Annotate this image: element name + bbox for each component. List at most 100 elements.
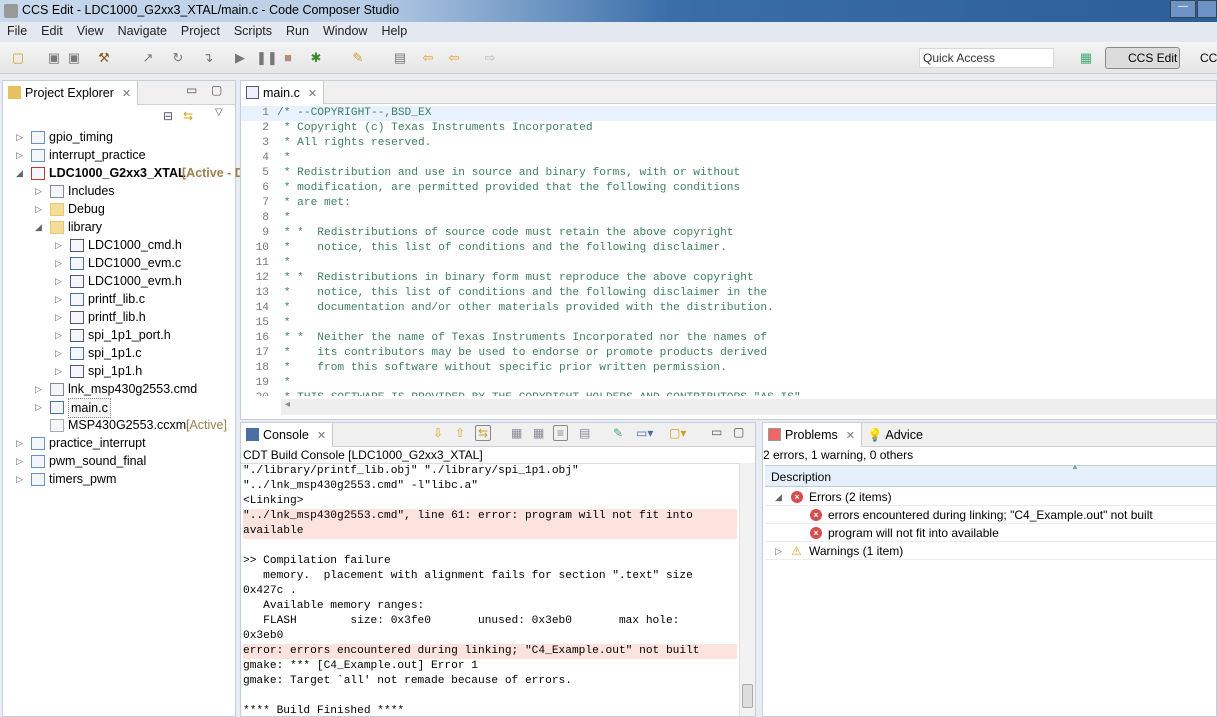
- tab-console[interactable]: Console ✕: [241, 423, 334, 447]
- tree-item[interactable]: ▷ gpio_timing: [3, 128, 235, 146]
- close-icon[interactable]: ✕: [846, 430, 855, 442]
- tab-problems[interactable]: Problems ✕: [763, 423, 863, 447]
- open-console-icon[interactable]: ▢▾: [669, 426, 686, 440]
- new-console-icon[interactable]: ✎: [613, 426, 623, 440]
- save-all-icon[interactable]: ▣: [66, 50, 82, 66]
- last-edit-icon[interactable]: ⇦: [420, 50, 436, 66]
- problem-item[interactable]: × program will not fit into available: [765, 524, 1216, 542]
- tree-item[interactable]: ▷ Includes: [3, 182, 235, 200]
- quick-access-input[interactable]: Quick Access: [919, 48, 1054, 68]
- collapsed-arrow-icon[interactable]: ▷: [55, 326, 65, 344]
- pin-console-icon[interactable]: ▦: [511, 426, 522, 440]
- collapsed-arrow-icon[interactable]: ▷: [35, 200, 45, 218]
- problem-group[interactable]: ◢ × Errors (2 items): [765, 488, 1216, 506]
- collapsed-arrow-icon[interactable]: ▷: [16, 470, 26, 488]
- new-icon[interactable]: ▢: [10, 50, 26, 66]
- expanded-arrow-icon[interactable]: ◢: [775, 488, 782, 506]
- collapsed-arrow-icon[interactable]: ▷: [775, 542, 782, 560]
- collapse-all-icon[interactable]: ⊟: [163, 109, 173, 123]
- perspective-ccs-edit[interactable]: CCS Edit: [1105, 47, 1180, 69]
- step-icon[interactable]: ↗: [140, 50, 156, 66]
- scroll-up-icon[interactable]: ⇧: [455, 426, 465, 440]
- refresh-icon[interactable]: ↻: [170, 50, 186, 66]
- open-perspective-icon[interactable]: ▦: [1078, 50, 1094, 66]
- tree-item[interactable]: ▷ Debug: [3, 200, 235, 218]
- tree-item[interactable]: ▷ spi_1p1.h: [3, 362, 235, 380]
- tree-item[interactable]: ▷ timers_pwm: [3, 470, 235, 488]
- menu-project[interactable]: Project: [174, 22, 227, 42]
- tree-item[interactable]: ▷ main.c: [3, 398, 235, 418]
- tab-advice[interactable]: 💡 Advice: [867, 428, 923, 443]
- save-icon[interactable]: ▣: [46, 50, 62, 66]
- horizontal-scrollbar[interactable]: ◂: [281, 399, 1216, 415]
- problem-item[interactable]: × errors encountered during linking; "C4_…: [765, 506, 1216, 524]
- scroll-down-icon[interactable]: ⇩: [433, 426, 443, 440]
- clear-console-icon[interactable]: ▤: [579, 426, 590, 440]
- resume-icon[interactable]: ▶: [232, 50, 248, 66]
- back-icon[interactable]: ⇦: [446, 50, 462, 66]
- tree-item[interactable]: ▷ interrupt_practice: [3, 146, 235, 164]
- word-wrap-icon[interactable]: ≡: [553, 425, 569, 441]
- scrollbar-thumb[interactable]: [742, 684, 753, 708]
- tree-item[interactable]: MSP430G2553.ccxml [Active]: [3, 416, 235, 434]
- column-header-description[interactable]: Description ▲: [765, 462, 1216, 487]
- collapsed-arrow-icon[interactable]: ▷: [55, 308, 65, 326]
- maximize-icon[interactable]: ▢: [211, 83, 222, 97]
- menu-file[interactable]: File: [0, 22, 34, 42]
- lock-console-icon[interactable]: ▦: [533, 426, 544, 440]
- menu-window[interactable]: Window: [316, 22, 374, 42]
- suspend-icon[interactable]: ❚❚: [256, 50, 278, 66]
- expanded-arrow-icon[interactable]: ◢: [16, 164, 26, 182]
- minimize-icon[interactable]: ▭: [186, 83, 197, 97]
- menu-navigate[interactable]: Navigate: [111, 22, 174, 42]
- tree-item[interactable]: ◢ library: [3, 218, 235, 236]
- tree-item[interactable]: ▷ LDC1000_cmd.h: [3, 236, 235, 254]
- maximize-icon[interactable]: ▢: [733, 425, 744, 439]
- tree-item[interactable]: ▷ lnk_msp430g2553.cmd: [3, 380, 235, 398]
- tree-item[interactable]: ▷ LDC1000_evm.c: [3, 254, 235, 272]
- close-icon[interactable]: ✕: [317, 430, 326, 442]
- problem-group[interactable]: ▷ ⚠ Warnings (1 item): [765, 542, 1216, 560]
- menu-help[interactable]: Help: [374, 22, 414, 42]
- minimize-icon[interactable]: ▭: [711, 425, 722, 439]
- console-view-icon[interactable]: ▤: [392, 50, 408, 66]
- perspective-ccs-debug[interactable]: CC: [1200, 51, 1217, 65]
- code-area[interactable]: 1 /* --COPYRIGHT--,BSD_EX 2 * Copyright (c…: [241, 106, 1216, 396]
- scroll-lock-icon[interactable]: ⇆: [475, 425, 492, 441]
- collapsed-arrow-icon[interactable]: ▷: [55, 362, 65, 380]
- menu-edit[interactable]: Edit: [34, 22, 70, 42]
- collapsed-arrow-icon[interactable]: ▷: [55, 344, 65, 362]
- collapsed-arrow-icon[interactable]: ▷: [35, 398, 45, 416]
- collapsed-arrow-icon[interactable]: ▷: [55, 254, 65, 272]
- menu-view[interactable]: View: [70, 22, 111, 42]
- close-icon[interactable]: ✕: [308, 88, 317, 100]
- step-over-icon[interactable]: ↴: [200, 50, 216, 66]
- view-menu-icon[interactable]: ▽: [215, 107, 223, 118]
- close-icon[interactable]: ✕: [122, 88, 131, 100]
- tab-project-explorer[interactable]: Project Explorer ✕: [3, 81, 139, 105]
- tree-item[interactable]: ▷ LDC1000_evm.h: [3, 272, 235, 290]
- console-output[interactable]: "./library/printf_lib.obj" "./library/sp…: [241, 463, 755, 716]
- collapsed-arrow-icon[interactable]: ▷: [35, 380, 45, 398]
- tree-item[interactable]: ◢ LDC1000_G2xx3_XTAL [Active - Debug]: [3, 164, 278, 182]
- tree-item[interactable]: ▷ printf_lib.c: [3, 290, 235, 308]
- collapsed-arrow-icon[interactable]: ▷: [16, 146, 26, 164]
- tree-item[interactable]: ▷ pwm_sound_final: [3, 452, 235, 470]
- collapsed-arrow-icon[interactable]: ▷: [16, 128, 26, 146]
- tree-item[interactable]: ▷ spi_1p1_port.h: [3, 326, 235, 344]
- collapsed-arrow-icon[interactable]: ▷: [55, 236, 65, 254]
- vertical-scrollbar[interactable]: [739, 463, 755, 716]
- tab-main-c[interactable]: main.c ✕: [241, 81, 325, 104]
- tree-item[interactable]: ▷ spi_1p1.c: [3, 344, 235, 362]
- tree-item[interactable]: ▷ printf_lib.h: [3, 308, 235, 326]
- link-editor-icon[interactable]: ⇆: [183, 109, 193, 123]
- display-console-icon[interactable]: ▭▾: [636, 426, 653, 440]
- collapsed-arrow-icon[interactable]: ▷: [16, 434, 26, 452]
- menu-scripts[interactable]: Scripts: [227, 22, 279, 42]
- collapsed-arrow-icon[interactable]: ▷: [35, 182, 45, 200]
- build-hammer-icon[interactable]: ⚒: [96, 50, 112, 66]
- minimize-button[interactable]: —: [1170, 0, 1196, 18]
- forward-icon[interactable]: ⇨: [482, 50, 498, 66]
- debug-bug-icon[interactable]: ✱: [308, 50, 324, 66]
- collapsed-arrow-icon[interactable]: ▷: [55, 290, 65, 308]
